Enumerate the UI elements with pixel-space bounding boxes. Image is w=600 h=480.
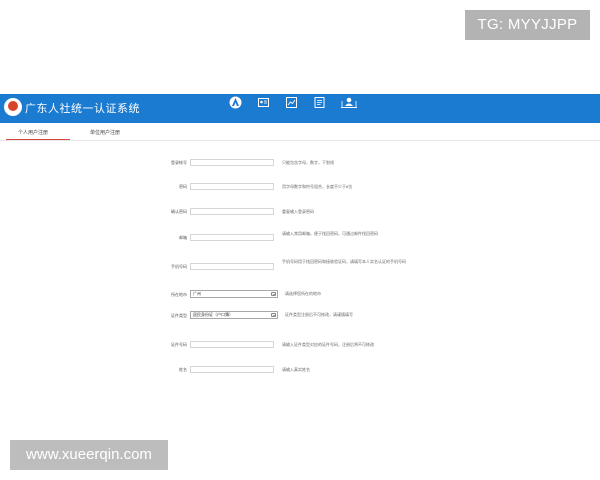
chevron-down-icon[interactable] — [271, 292, 276, 296]
registration-tabs: 个人用户注册 单位用户注册 — [0, 123, 600, 141]
password-input[interactable] — [190, 183, 274, 190]
chart-icon — [285, 97, 297, 108]
user-desk-icon — [341, 97, 357, 108]
id-number-label: 证件号码 — [171, 342, 187, 347]
confirm-password-hint: 重复输入登录密码 — [282, 209, 314, 214]
id-number-input[interactable] — [190, 341, 274, 348]
nav-item-3[interactable] — [277, 96, 305, 122]
id-type-select[interactable]: 居民身份证（户口簿） — [190, 311, 278, 319]
tab-personal[interactable]: 个人用户注册 — [18, 129, 48, 136]
chevron-down-icon[interactable] — [271, 313, 276, 317]
region-label: 所在地市 — [171, 292, 187, 297]
watermark-bottom: www.xueerqin.com — [10, 440, 168, 470]
email-label: 邮箱 — [179, 235, 187, 240]
name-hint: 请输入真实姓名 — [282, 367, 310, 372]
region-select[interactable]: 广州 — [190, 290, 278, 298]
top-header-bar: 广东人社统一认证系统 — [0, 94, 600, 123]
username-label: 登录帐号 — [171, 160, 187, 165]
confirm-password-input[interactable] — [190, 208, 274, 215]
password-hint: 用字母数字和符号组合，长度不少于8位 — [282, 184, 353, 189]
username-input[interactable] — [190, 159, 274, 166]
region-select-value: 广州 — [193, 291, 201, 296]
password-label: 密码 — [179, 184, 187, 189]
watermark-top: TG: MYYJJPP — [465, 10, 590, 40]
tab-company[interactable]: 单位用户注册 — [90, 129, 120, 136]
nav-item-5[interactable] — [335, 96, 363, 122]
tab-divider — [0, 140, 600, 141]
nav-item-2[interactable] — [249, 96, 277, 122]
id-type-hint: 证件类型注册后不可修改，请谨慎填写 — [285, 312, 353, 317]
email-hint: 请输入常用邮箱，便于找回密码，可通过邮件找回密码 — [282, 231, 378, 236]
site-title: 广东人社统一认证系统 — [25, 103, 140, 115]
name-input[interactable] — [190, 366, 274, 373]
id-number-hint: 请输入证件类型对应的证件号码，注册后将不可修改 — [282, 342, 374, 347]
confirm-password-label: 确认密码 — [171, 209, 187, 214]
mobile-hint: 手机号码用于找回密码和接收验证码，请填写本人实名认证的手机号码 — [282, 259, 406, 264]
username-hint: 只能包含字母，数字，下划线 — [282, 160, 334, 165]
person-icon — [229, 96, 241, 109]
nav-item-1[interactable] — [221, 96, 249, 122]
mobile-input[interactable] — [190, 263, 274, 270]
region-hint: 请选择您所在的地市 — [285, 291, 321, 296]
logo-icon — [4, 98, 22, 116]
doc-icon — [314, 97, 324, 108]
mobile-label: 手机号码 — [171, 264, 187, 269]
id-type-select-value: 居民身份证（户口簿） — [193, 312, 233, 317]
email-input[interactable] — [190, 234, 274, 241]
id-type-label: 证件类型 — [171, 313, 187, 318]
name-label: 姓名 — [179, 367, 187, 372]
nav-item-4[interactable] — [305, 96, 333, 122]
card-icon — [257, 98, 269, 107]
